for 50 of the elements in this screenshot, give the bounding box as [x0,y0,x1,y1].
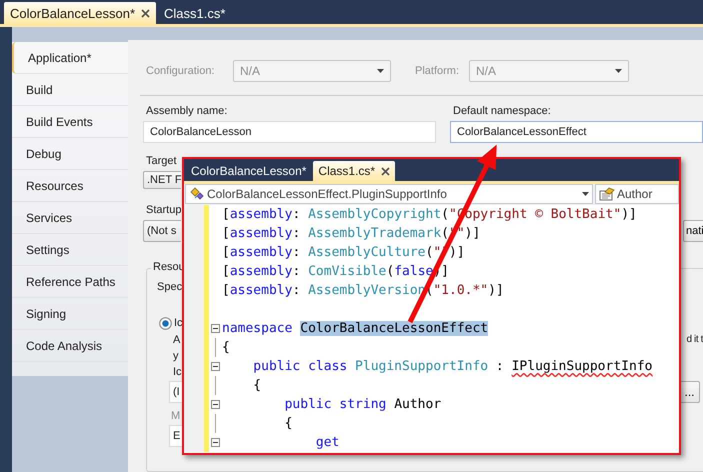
collapse-icon[interactable] [211,400,220,409]
field-label: Configuration: [146,65,216,77]
document-tab[interactable]: ColorBalanceLesson* [186,161,312,181]
radio-label: Ic [174,317,183,330]
fold-guide-line [215,376,216,395]
radio-button[interactable] [159,316,172,330]
button[interactable]: nati [683,220,703,242]
collapse-icon[interactable] [211,362,220,371]
field-label: Assembly name: [146,104,228,117]
code-line: { [222,340,230,355]
caret-icon [615,69,622,73]
code-line: { [284,416,292,431]
field-label: Startup [146,204,182,216]
description-text: d it t [686,334,703,346]
description-text: Ic [173,366,182,378]
text-field[interactable]: ColorBalanceLessonEffect [450,120,703,143]
collapse-icon[interactable] [211,438,220,447]
field-label: Platform: [415,65,460,77]
member-dropdown[interactable]: Author [595,184,679,204]
dropdown[interactable]: .NET F [143,170,181,189]
code-line: { [252,378,262,393]
close-icon [381,166,390,176]
type-dropdown[interactable]: ColorBalanceLessonEffect.PluginSupportInfo [185,184,593,204]
text-field[interactable]: ColorBalanceLesson [143,120,436,143]
code-line: public class PluginSupportInfo : IPluginSupportInfo [252,359,652,374]
caret-icon [582,192,589,196]
document-tab[interactable]: Class1.cs* [158,2,232,24]
code-line: namespace ColorBalanceLessonEffect [222,321,488,336]
description-text: Spec [157,280,182,293]
document-tab[interactable]: Class1.cs* [313,161,396,181]
text-field[interactable]: (I [169,380,182,403]
field-label: Target [146,154,177,167]
code-line: get [314,435,340,450]
caret-icon [377,69,384,73]
document-tab[interactable]: ColorBalanceLesson* [4,2,156,24]
browse-button[interactable]: ... [679,380,700,403]
sidebar-tab[interactable]: Application* [12,42,130,74]
description-text: y [173,350,178,362]
class-icon [189,187,205,201]
fold-guide-line [215,414,216,433]
field-label: Default namespace: [453,104,551,117]
close-icon [141,8,150,18]
description-text: A [173,334,180,346]
dropdown[interactable]: E [169,424,182,447]
field-label: M [171,410,180,422]
code-line: public string Author [284,397,442,412]
dropdown[interactable]: (Not s [143,220,181,242]
property-icon [599,187,615,201]
fold-guide-line [215,338,216,357]
collapse-icon[interactable] [211,324,220,333]
